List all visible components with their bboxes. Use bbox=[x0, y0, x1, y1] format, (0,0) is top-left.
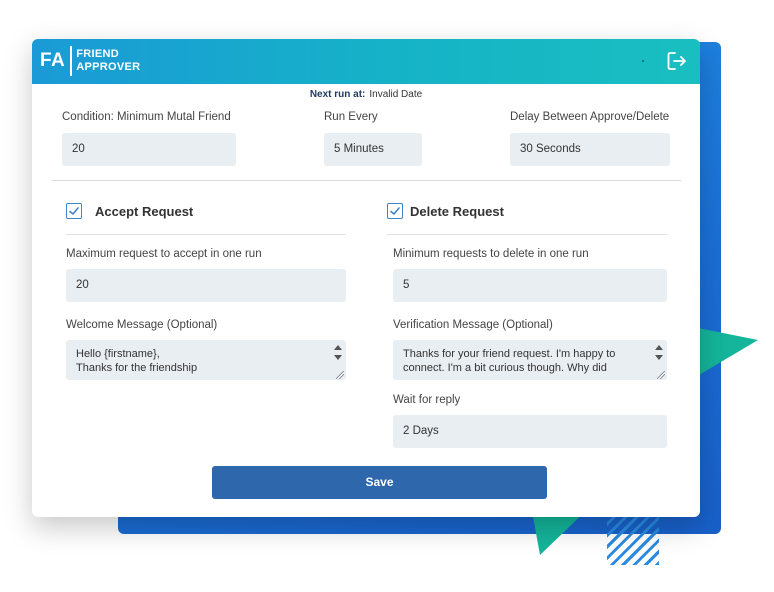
welcome-message-line: Thanks for the friendship bbox=[76, 362, 198, 374]
scroll-up-icon[interactable] bbox=[334, 345, 342, 350]
logout-icon bbox=[667, 52, 686, 70]
logo-wordmark: FRIEND APPROVER bbox=[72, 48, 140, 74]
verification-message-line: Thanks for your friend request. I'm happ… bbox=[403, 348, 616, 360]
welcome-message-line: Hello {firstname}, bbox=[76, 348, 160, 360]
verification-message-label: Verification Message (Optional) bbox=[393, 319, 553, 331]
logo-line-2: APPROVER bbox=[76, 61, 141, 73]
checkmark-icon bbox=[390, 207, 400, 215]
save-button[interactable]: Save bbox=[212, 466, 547, 499]
delete-request-title: Delete Request bbox=[410, 204, 504, 219]
scroll-down-icon[interactable] bbox=[655, 355, 663, 360]
scroll-down-icon[interactable] bbox=[334, 355, 342, 360]
wait-for-reply-label: Wait for reply bbox=[393, 394, 461, 406]
resize-grip-icon[interactable] bbox=[336, 371, 344, 379]
logo-line-1: FRIEND bbox=[76, 48, 120, 60]
welcome-message-label: Welcome Message (Optional) bbox=[66, 319, 218, 331]
delete-divider bbox=[387, 234, 667, 235]
min-delete-label: Minimum requests to delete in one run bbox=[393, 248, 589, 260]
delay-label: Delay Between Approve/Delete bbox=[510, 111, 670, 123]
verification-message-line: connect. I'm a bit curious though. Why d… bbox=[403, 362, 607, 374]
verification-message-textarea[interactable]: Thanks for your friend request. I'm happ… bbox=[393, 340, 667, 380]
app-stage: FA FRIEND APPROVER Next run at: Invalid D… bbox=[0, 0, 774, 592]
logo-initials: FA bbox=[40, 46, 73, 76]
accept-request-title: Accept Request bbox=[95, 204, 194, 219]
resize-grip-icon[interactable] bbox=[657, 371, 665, 379]
next-run-value: Invalid Date bbox=[369, 89, 423, 100]
delay-select[interactable]: 30 Seconds bbox=[510, 133, 670, 166]
condition-label: Condition: Minimum Mutal Friend bbox=[62, 111, 231, 123]
max-accept-input[interactable]: 20 bbox=[66, 269, 346, 302]
delete-request-checkbox[interactable] bbox=[387, 203, 403, 219]
welcome-message-textarea[interactable]: Hello {firstname}, Thanks for the friend… bbox=[66, 340, 346, 380]
accept-request-checkbox[interactable] bbox=[66, 203, 82, 219]
min-delete-input[interactable]: 5 bbox=[393, 269, 667, 302]
striped-pattern bbox=[607, 515, 659, 565]
condition-input[interactable]: 20 bbox=[62, 133, 236, 166]
app-header: FA FRIEND APPROVER bbox=[32, 39, 700, 84]
section-divider bbox=[52, 180, 681, 181]
logout-button[interactable] bbox=[666, 50, 688, 72]
scroll-up-icon[interactable] bbox=[655, 345, 663, 350]
run-every-label: Run Every bbox=[324, 111, 378, 123]
next-run-label: Next run at: bbox=[309, 89, 366, 100]
header-dot bbox=[642, 60, 644, 62]
checkmark-icon bbox=[69, 207, 79, 215]
friend-approver-panel: FA FRIEND APPROVER Next run at: Invalid D… bbox=[32, 39, 700, 517]
next-run-info: Next run at: Invalid Date bbox=[32, 89, 700, 100]
run-every-select[interactable]: 5 Minutes bbox=[324, 133, 422, 166]
app-logo: FA FRIEND APPROVER bbox=[40, 46, 140, 76]
accept-divider bbox=[66, 234, 346, 235]
wait-for-reply-select[interactable]: 2 Days bbox=[393, 415, 667, 448]
max-accept-label: Maximum request to accept in one run bbox=[66, 248, 262, 260]
